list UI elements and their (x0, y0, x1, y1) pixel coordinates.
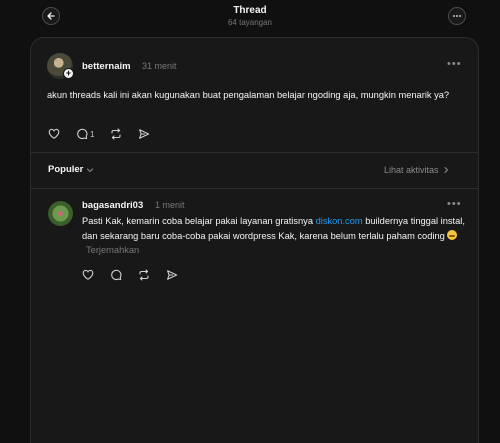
reply-avatar[interactable] (48, 201, 73, 226)
heart-icon (82, 269, 94, 280)
more-icon (453, 15, 461, 17)
thread-card: + betternaim 31 menit ••• akun threads k… (30, 37, 479, 443)
like-button[interactable] (48, 128, 60, 140)
repost-icon (111, 128, 122, 140)
comment-icon (77, 128, 88, 140)
view-count: 64 tayangan (227, 18, 273, 27)
reply-more-icon[interactable]: ••• (447, 198, 462, 210)
reply-link[interactable]: diskon.com (316, 216, 363, 226)
post-text: akun threads kali ini akan kugunakan bua… (47, 90, 450, 100)
reply-count: 1 (90, 129, 95, 139)
translate-button[interactable]: Terjemahkan (86, 245, 139, 255)
post-actions: 1 (48, 128, 150, 140)
reply-text: Pasti Kak, kemarin coba belajar pakai la… (82, 214, 472, 258)
sort-dropdown[interactable]: Populer (48, 164, 94, 175)
share-button[interactable] (138, 128, 150, 140)
reply-like-button[interactable] (82, 269, 94, 281)
post-more-icon[interactable]: ••• (447, 58, 462, 70)
more-options-button[interactable] (448, 7, 466, 25)
divider (31, 152, 478, 153)
page-title: Thread (233, 5, 267, 16)
reply-actions (82, 269, 178, 281)
chevron-down-icon (87, 167, 94, 172)
header-title-group: Thread 64 tayangan (0, 5, 500, 27)
repost-icon (139, 269, 149, 281)
comment-icon (111, 269, 122, 281)
share-icon (167, 270, 178, 280)
reply-share-button[interactable] (166, 269, 178, 281)
view-activity-link[interactable]: Lihat aktivitas (384, 165, 450, 175)
chevron-right-icon (443, 166, 448, 174)
reply-repost-button[interactable] (138, 269, 150, 281)
view-activity-label: Lihat aktivitas (384, 165, 439, 175)
comment-button[interactable]: 1 (76, 128, 94, 140)
follow-plus-icon[interactable]: + (63, 68, 74, 79)
divider (31, 188, 478, 189)
share-icon (139, 129, 150, 139)
reply-text-part: Pasti Kak, kemarin coba belajar pakai la… (82, 216, 316, 226)
grimace-emoji-icon (447, 229, 458, 240)
top-bar: Thread 64 tayangan (0, 0, 500, 36)
post-username[interactable]: betternaim (82, 61, 131, 72)
heart-icon (48, 128, 60, 139)
reply-time: 1 menit (155, 200, 185, 210)
sort-label: Populer (48, 164, 84, 175)
reply-username[interactable]: bagasandri03 (82, 200, 143, 211)
repost-button[interactable] (110, 128, 122, 140)
reply-comment-button[interactable] (110, 269, 122, 281)
post-time: 31 menit (142, 61, 177, 71)
